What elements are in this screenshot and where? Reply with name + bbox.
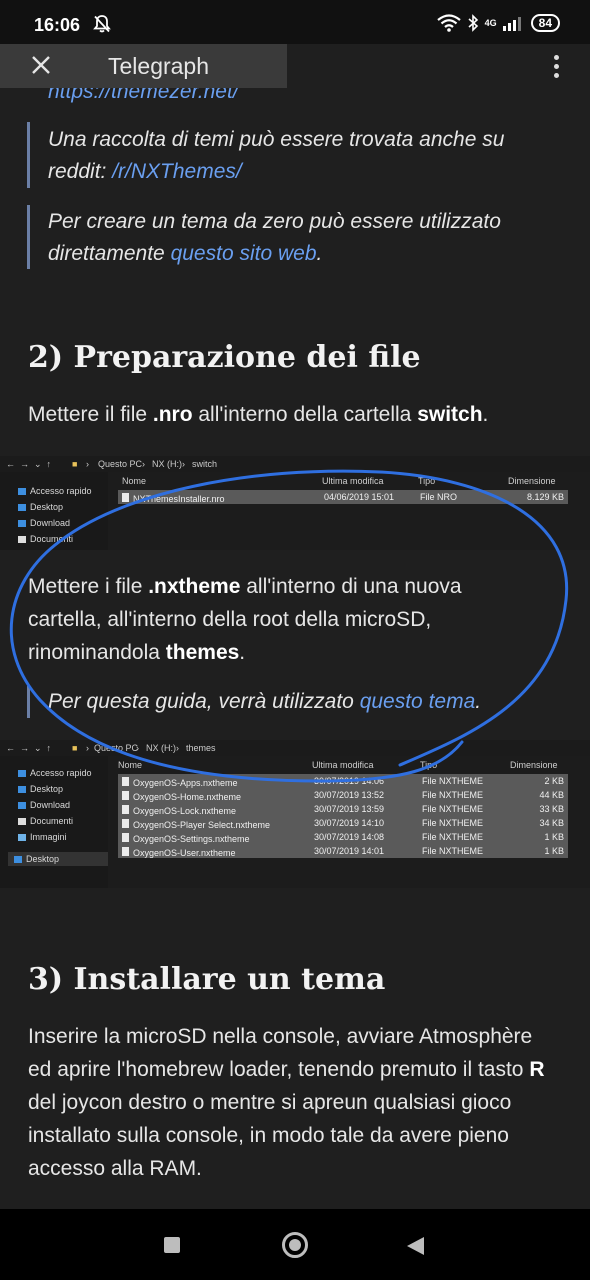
folder-icon: ■: [72, 743, 78, 753]
table-row: OxygenOS-Lock.nxtheme 30/07/2019 13:59 Fil…: [118, 802, 568, 816]
download-icon: [18, 802, 26, 810]
recents-icon[interactable]: [164, 1237, 180, 1253]
home-icon[interactable]: [282, 1232, 308, 1258]
explorer-column-headers: Nome Ultima modifica Tipo Dimensione: [118, 760, 558, 770]
app-title: Telegraph: [108, 53, 210, 79]
explorer-sidebar: Accesso rapido Desktop Download Document…: [0, 756, 108, 888]
more-options-icon[interactable]: [554, 55, 560, 82]
images-icon: [18, 834, 26, 842]
file-icon: [122, 493, 129, 503]
file-icon: [122, 791, 129, 801]
table-row: NXThemesInstaller.nro 04/06/2019 15:01 F…: [118, 490, 568, 504]
download-icon: [18, 520, 26, 528]
file-icon: [122, 777, 129, 787]
desktop-icon: [18, 786, 26, 794]
explorer-address-bar: ← → ⌄ ↑ ■ › Questo PC › NX (H:) › themes: [0, 740, 590, 756]
bluetooth-icon: [468, 14, 478, 32]
star-icon: [18, 770, 26, 778]
paragraph-install: Inserire la microSD nella console, avvia…: [28, 1025, 545, 1180]
blockquote-theme-creator: Per creare un tema da zero può essere ut…: [48, 210, 501, 265]
article-content: https://themezer.net/ Una raccolta di te…: [0, 44, 590, 1209]
explorer-screenshot-themes: ← → ⌄ ↑ ■ › Questo PC › NX (H:) › themes…: [0, 740, 590, 888]
explorer-file-list: Nome Ultima modifica Tipo Dimensione Oxy…: [108, 756, 590, 888]
file-icon: [122, 833, 129, 843]
theme-link[interactable]: questo tema: [360, 690, 476, 713]
status-time: 16:06: [34, 15, 81, 35]
file-icon: [122, 819, 129, 829]
explorer-screenshot-switch: ← → ⌄ ↑ ■ › Questo PC › NX (H:) › switch…: [0, 456, 590, 550]
notifications-muted-icon: [93, 15, 111, 33]
desktop-icon: [18, 504, 26, 512]
battery-level: 84: [530, 14, 560, 32]
status-bar: 16:06 4G 84: [0, 0, 590, 44]
desktop-icon: [14, 856, 22, 864]
section-heading-preparation: 2) Preparazione dei file: [28, 340, 421, 375]
documents-icon: [18, 536, 26, 544]
section-heading-install: 3) Installare un tema: [28, 962, 386, 997]
theme-creator-link[interactable]: questo sito web: [171, 242, 317, 265]
app-bar: Telegraph: [0, 44, 287, 88]
table-row: OxygenOS-User.nxtheme 30/07/2019 14:01 Fil…: [118, 844, 568, 858]
paragraph-nro: Mettere il file .nro all'interno della c…: [28, 403, 489, 426]
explorer-file-list: Nome Ultima modifica Tipo Dimensione NXT…: [108, 472, 590, 550]
back-icon[interactable]: [404, 1235, 426, 1257]
explorer-sidebar: Accesso rapido Desktop Download Document…: [0, 472, 108, 550]
blockquote-bar: [27, 122, 30, 188]
file-icon: [122, 847, 129, 857]
documents-icon: [18, 818, 26, 826]
paragraph-nxtheme: Mettere i file .nxtheme all'interno di u…: [28, 575, 462, 664]
network-type-label: 4G: [484, 17, 497, 28]
table-row: OxygenOS-Settings.nxtheme 30/07/2019 14:0…: [118, 830, 568, 844]
table-row: OxygenOS-Player Select.nxtheme 30/07/2019…: [118, 816, 568, 830]
folder-icon: ■: [72, 459, 78, 469]
navigation-bar: [0, 1209, 590, 1280]
table-row: OxygenOS-Home.nxtheme 30/07/2019 13:52 Fil…: [118, 788, 568, 802]
file-icon: [122, 805, 129, 815]
wifi-icon: [436, 14, 461, 32]
reddit-link[interactable]: /r/NXThemes/: [112, 160, 242, 183]
blockquote-bar: [27, 686, 30, 718]
explorer-column-headers: Nome Ultima modifica Tipo Dimensione: [122, 476, 556, 486]
blockquote-theme-used: Per questa guida, verrà utilizzato quest…: [48, 690, 482, 713]
explorer-address-bar: ← → ⌄ ↑ ■ › Questo PC › NX (H:) › switch: [0, 456, 590, 472]
table-row: OxygenOS-Apps.nxtheme 30/07/2019 14:06 Fil…: [118, 774, 568, 788]
star-icon: [18, 488, 26, 496]
close-icon[interactable]: [30, 54, 52, 76]
blockquote-reddit: Una raccolta di temi può essere trovata …: [48, 128, 505, 183]
blockquote-bar: [27, 205, 30, 269]
signal-icon: [502, 17, 521, 31]
